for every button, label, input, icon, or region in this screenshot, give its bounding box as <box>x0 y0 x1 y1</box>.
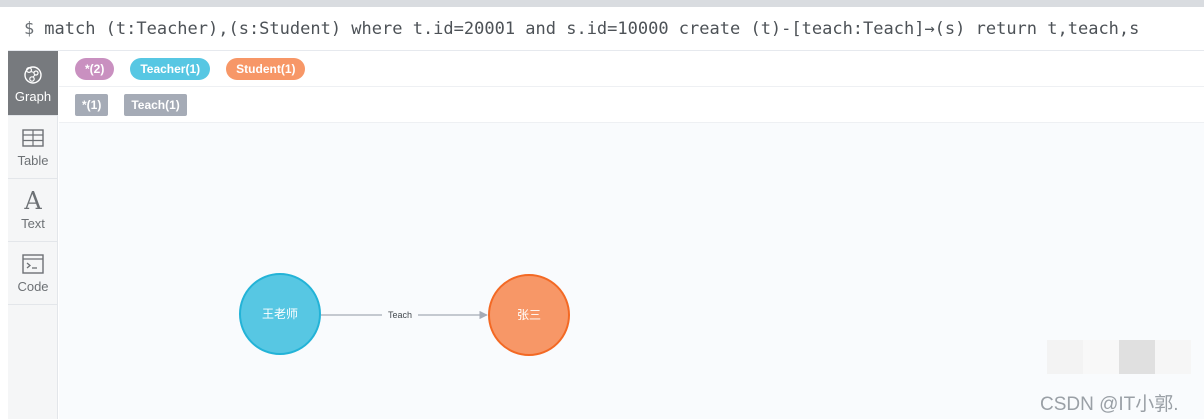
node-teacher-label: 王老师 <box>262 307 298 321</box>
nav-text-label: Text <box>21 216 45 231</box>
legend-pill-teacher[interactable]: Teacher(1) <box>130 57 211 80</box>
watermark-block <box>1083 340 1119 374</box>
graph-svg[interactable]: Teach 王老师 张三 <box>59 123 1204 419</box>
watermark-block <box>1155 340 1191 374</box>
query-text[interactable]: match (t:Teacher),(s:Student) where t.id… <box>44 19 1139 39</box>
nav-text-button[interactable]: A Text <box>8 179 58 242</box>
node-student-label: 张三 <box>517 308 541 322</box>
relationship-types-legend: *(1) Teach(1) <box>59 87 1204 123</box>
nav-graph-button[interactable]: Graph <box>8 51 58 116</box>
nav-table-label: Table <box>17 153 49 168</box>
query-editor[interactable]: $ match (t:Teacher),(s:Student) where t.… <box>8 7 1204 51</box>
graph-icon <box>22 62 44 86</box>
nav-code-label: Code <box>17 279 49 294</box>
watermark-block <box>1119 340 1155 374</box>
relationship-label[interactable]: Teach <box>388 310 412 320</box>
nav-code-button[interactable]: Code <box>8 242 58 305</box>
legend-tag-all-relationships[interactable]: *(1) <box>75 93 109 116</box>
query-prompt: $ <box>24 18 35 39</box>
legend-tag-teach[interactable]: Teach(1) <box>124 93 187 116</box>
watermark-block <box>1047 340 1083 374</box>
legend-pill-all-nodes[interactable]: *(2) <box>75 57 115 80</box>
text-icon: A <box>24 187 42 215</box>
legend-pill-student[interactable]: Student(1) <box>226 57 306 80</box>
nav-table-button[interactable]: Table <box>8 116 58 179</box>
code-icon <box>22 252 44 276</box>
node-labels-legend: *(2) Teacher(1) Student(1) <box>59 51 1204 87</box>
table-icon <box>22 126 44 150</box>
graph-canvas[interactable]: Teach 王老师 张三 <box>59 123 1204 419</box>
window-top-border <box>0 0 1204 7</box>
watermark-text: CSDN @IT小郭. <box>1040 394 1179 415</box>
result-view-sidebar: Graph Table A Text Code <box>8 51 58 419</box>
nav-graph-label: Graph <box>14 89 52 104</box>
